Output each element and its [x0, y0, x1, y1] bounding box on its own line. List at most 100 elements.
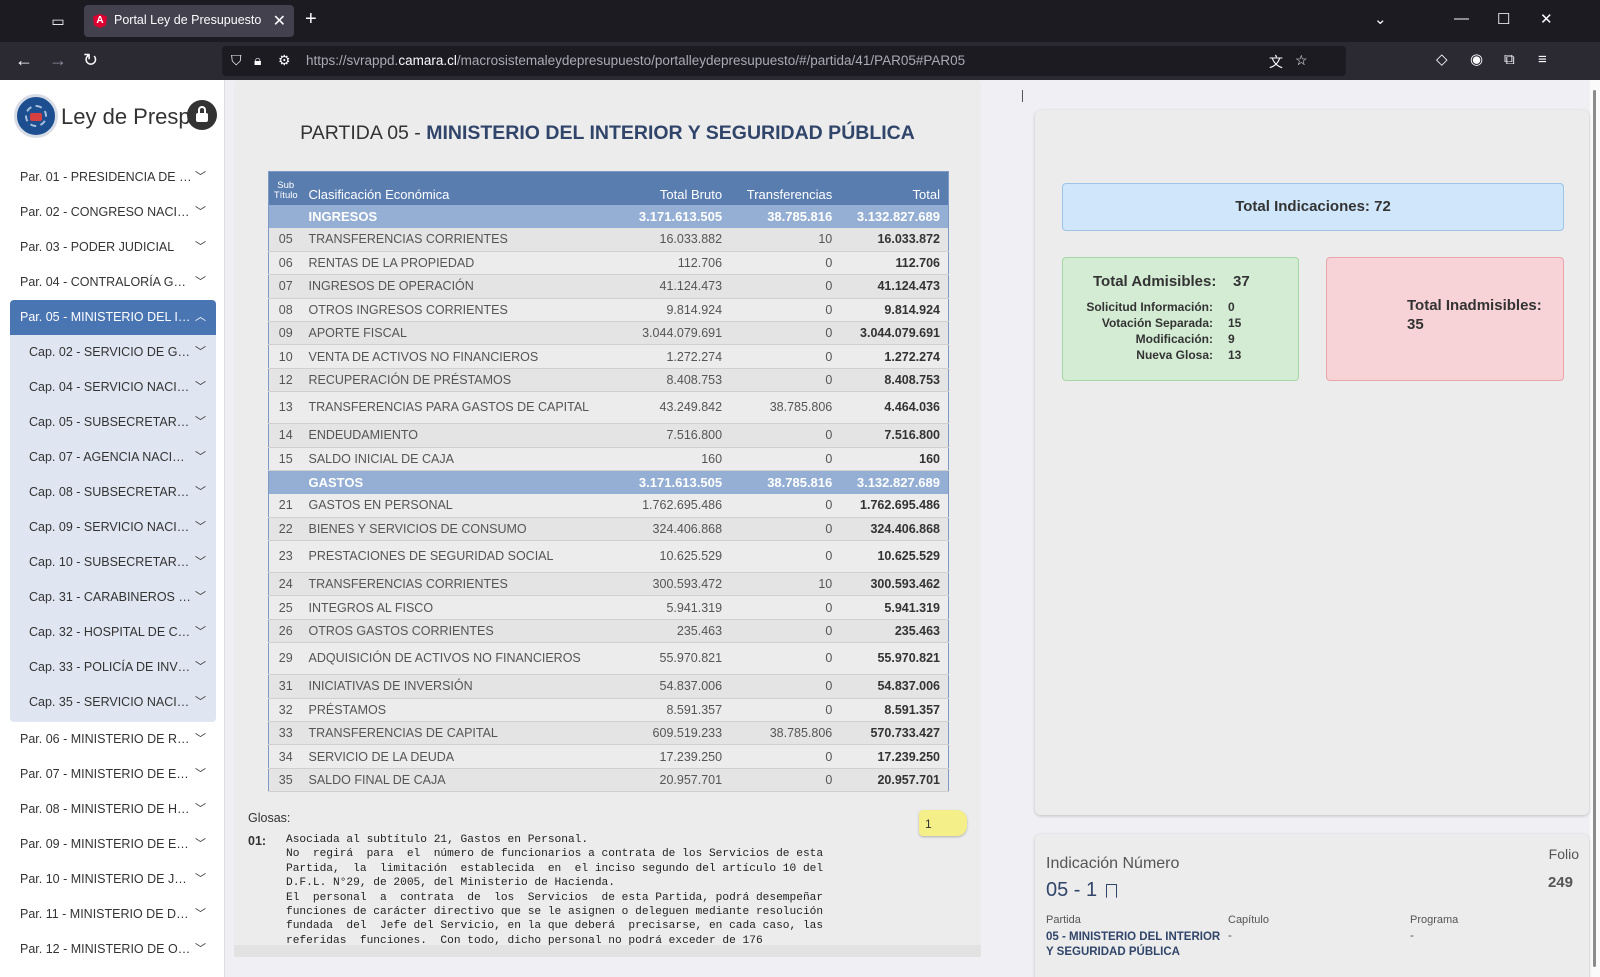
row-transferencias: 0	[730, 642, 841, 676]
sidebar-item-par-07[interactable]: Par. 07 - MINISTERIO DE ECONOMÍA﹀	[10, 757, 216, 792]
camara-logo	[14, 94, 58, 138]
row-total: 9.814.924	[840, 298, 949, 322]
shield-icon[interactable]: ⛉	[231, 52, 242, 69]
row-total-bruto: 1.762.695.486	[622, 493, 731, 518]
section-label: INGRESOS	[302, 204, 623, 228]
sidebar-item-par-08[interactable]: Par. 08 - MINISTERIO DE HACIENDA﹀	[10, 792, 216, 827]
forward-icon[interactable]: →	[49, 50, 67, 70]
permissions-icon[interactable]: ⚙	[278, 52, 291, 69]
url-bar[interactable]: ⛉ 🔒︎ ⚙ https://svrappd.camara.cl/macrosi…	[222, 46, 1346, 76]
chevron-down-icon: ﹀	[195, 171, 206, 183]
vertical-scrollbar-thumb[interactable]	[1593, 90, 1596, 967]
sidebar-item-cap-10[interactable]: Cap. 10 - SUBSECRETARÍA DEL INTERIOR﹀	[10, 545, 216, 580]
reload-icon[interactable]: ↻	[83, 50, 98, 70]
sidebar-item-cap-09[interactable]: Cap. 09 - SERVICIO NACIONAL PARA LA PREV…	[10, 510, 216, 545]
row-transferencias: 0	[730, 251, 841, 276]
row-total-bruto: 235.463	[622, 619, 731, 644]
sidebar-item-label: Cap. 31 - CARABINEROS DE CHILE	[29, 590, 192, 604]
table-section-row: GASTOS 3.171.613.505 38.785.816 3.132.827.6…	[268, 470, 949, 494]
sidebar-item-par-02[interactable]: Par. 02 - CONGRESO NACIONAL ﹀	[10, 195, 216, 230]
lock-button[interactable]	[187, 100, 217, 130]
row-transferencias: 0	[730, 423, 841, 448]
row-total: 112.706	[840, 251, 949, 276]
sidebar-item-cap-05[interactable]: Cap. 05 - SUBSECRETARÍA DE DESARROLLO RE…	[10, 405, 216, 440]
row-clasificacion: ADQUISICIÓN DE ACTIVOS NO FINANCIEROS	[302, 642, 623, 676]
sidebar-item-par-04[interactable]: Par. 04 - CONTRALORÍA GENERAL DE LA REPÚ…	[10, 265, 216, 300]
row-total-bruto: 9.814.924	[622, 298, 731, 322]
menu-icon[interactable]: ≡	[1538, 50, 1547, 70]
sidebar-item-cap-33[interactable]: Cap. 33 - POLICÍA DE INVESTIGACIONES﹀	[10, 650, 216, 685]
tab-list-icon[interactable]: ▭	[44, 9, 72, 33]
tab-overflow-chevron-icon[interactable]: ⌄	[1374, 10, 1387, 28]
table-row: 26 OTROS GASTOS CORRIENTES 235.463 0 235.463	[268, 619, 949, 644]
indicacion-card: Indicación Número 05 - 1 Folio 249 Parti…	[1035, 834, 1589, 977]
pocket-icon[interactable]: ◇	[1436, 50, 1448, 70]
sidebar-item-cap-35[interactable]: Cap. 35 - SERVICIO NACIONAL DE PREVENCIÓ…	[10, 685, 216, 720]
vertical-scrollbar[interactable]	[1590, 80, 1600, 977]
row-clasificacion: INTEGROS AL FISCO	[302, 595, 623, 620]
chevron-down-icon: ﹀	[195, 591, 206, 603]
sidebar-item-par-03[interactable]: Par. 03 - PODER JUDICIAL ﹀	[10, 230, 216, 265]
lock-icon[interactable]: 🔒︎	[254, 52, 261, 69]
browser-tab[interactable]: A Portal Ley de Presupuesto ✕	[84, 5, 294, 37]
minimize-icon[interactable]: —	[1454, 10, 1469, 27]
sidebar-item-cap-32[interactable]: Cap. 32 - HOSPITAL DE CARABINEROS﹀	[10, 615, 216, 650]
translate-icon[interactable]: 文	[1269, 52, 1283, 72]
bookmark-icon[interactable]	[1106, 884, 1117, 898]
sidebar-item-cap-07[interactable]: Cap. 07 - AGENCIA NACIONAL DE INTELIGENC…	[10, 440, 216, 475]
chevron-down-icon: ﹀	[195, 626, 206, 638]
row-total: 324.406.868	[840, 517, 949, 542]
chevron-down-icon: ﹀	[195, 451, 206, 463]
sidebar-item-cap-31[interactable]: Cap. 31 - CARABINEROS DE CHILE﹀	[10, 580, 216, 615]
sidebar-item-label: Cap. 33 - POLICÍA DE INVESTIGACIONES	[29, 660, 192, 674]
row-clasificacion: RENTAS DE LA PROPIEDAD	[302, 251, 623, 276]
url-text[interactable]: https://svrappd.camara.cl/macrosistemale…	[306, 53, 965, 68]
sidebar-item-par-11[interactable]: Par. 11 - MINISTERIO DE DEFENSA NACIONAL…	[10, 897, 216, 932]
sidebar-item-par-06[interactable]: Par. 06 - MINISTERIO DE RELACIONES EXTER…	[10, 722, 216, 757]
sidebar-item-cap-04[interactable]: Cap. 04 - SERVICIO NACIONAL DE MIGRACION…	[10, 370, 216, 405]
row-clasificacion: OTROS GASTOS CORRIENTES	[302, 619, 623, 644]
sidebar-item-cap-08[interactable]: Cap. 08 - SUBSECRETARÍA DE PREVENCIÓN DE…	[10, 475, 216, 510]
glosa-note-badge[interactable]: 1	[919, 810, 967, 836]
row-total: 300.593.462	[840, 572, 949, 597]
row-subtitulo: 25	[268, 595, 303, 620]
section-label: GASTOS	[302, 470, 623, 494]
table-row: 24 TRANSFERENCIAS CORRIENTES 300.593.472 10…	[268, 572, 949, 597]
partida-label: Partida	[1046, 914, 1081, 926]
close-window-icon[interactable]: ✕	[1540, 10, 1553, 28]
maximize-icon[interactable]: ☐	[1497, 10, 1510, 28]
capitulo-value: -	[1228, 930, 1232, 942]
sidebar-item-par-01[interactable]: Par. 01 - PRESIDENCIA DE LA REPÚBLICA﹀	[10, 160, 216, 195]
chevron-down-icon: ﹀	[195, 803, 206, 815]
row-subtitulo: 22	[268, 517, 303, 542]
extensions-icon[interactable]: ⧉	[1504, 50, 1515, 70]
glosas-label: Glosas:	[248, 811, 291, 825]
row-transferencias: 0	[730, 274, 841, 299]
back-icon[interactable]: ←	[15, 50, 33, 70]
sidebar-item-par-12[interactable]: Par. 12 - MINISTERIO DE OBRAS PÚBLICAS﹀	[10, 932, 216, 967]
account-icon[interactable]: ◉	[1470, 50, 1483, 70]
row-total: 235.463	[840, 619, 949, 644]
logo-emblem	[30, 113, 42, 121]
sidebar-item-par-10[interactable]: Par. 10 - MINISTERIO DE JUSTICIA﹀	[10, 862, 216, 897]
row-total: 570.733.427	[840, 721, 949, 746]
sidebar-item-par-09[interactable]: Par. 09 - MINISTERIO DE EDUCACIÓN﹀	[10, 827, 216, 862]
chevron-down-icon: ﹀	[195, 241, 206, 253]
lock-icon	[196, 113, 208, 122]
sidebar-item-label: Par. 10 - MINISTERIO DE JUSTICIA	[20, 872, 192, 886]
sidebar-item-par-05[interactable]: Par. 05 - MINISTERIO DEL INTERIOR Y SEGU…	[10, 300, 216, 335]
table-row: 32 PRÉSTAMOS 8.591.357 0 8.591.357	[268, 698, 949, 723]
breakdown-value: 9	[1228, 332, 1235, 346]
table-row: 35 SALDO FINAL DE CAJA 20.957.701 0 20.957.7…	[268, 768, 949, 793]
sidebar-item-label: Par. 07 - MINISTERIO DE ECONOMÍA	[20, 767, 192, 781]
row-total: 1.272.274	[840, 344, 949, 369]
horizontal-scrollbar[interactable]	[234, 945, 981, 957]
row-transferencias: 0	[730, 595, 841, 620]
sidebar-item-cap-02[interactable]: Cap. 02 - SERVICIO DE GOBIERNO INTERIOR﹀	[10, 335, 216, 370]
bookmark-star-icon[interactable]: ☆	[1295, 52, 1308, 69]
chevron-down-icon: ﹀	[195, 416, 206, 428]
table-header-row: Sub Título Clasificación Económica Total…	[268, 171, 949, 205]
new-tab-icon[interactable]: +	[305, 8, 317, 31]
row-total-bruto: 20.957.701	[622, 768, 731, 793]
tab-close-icon[interactable]: ✕	[273, 11, 286, 31]
